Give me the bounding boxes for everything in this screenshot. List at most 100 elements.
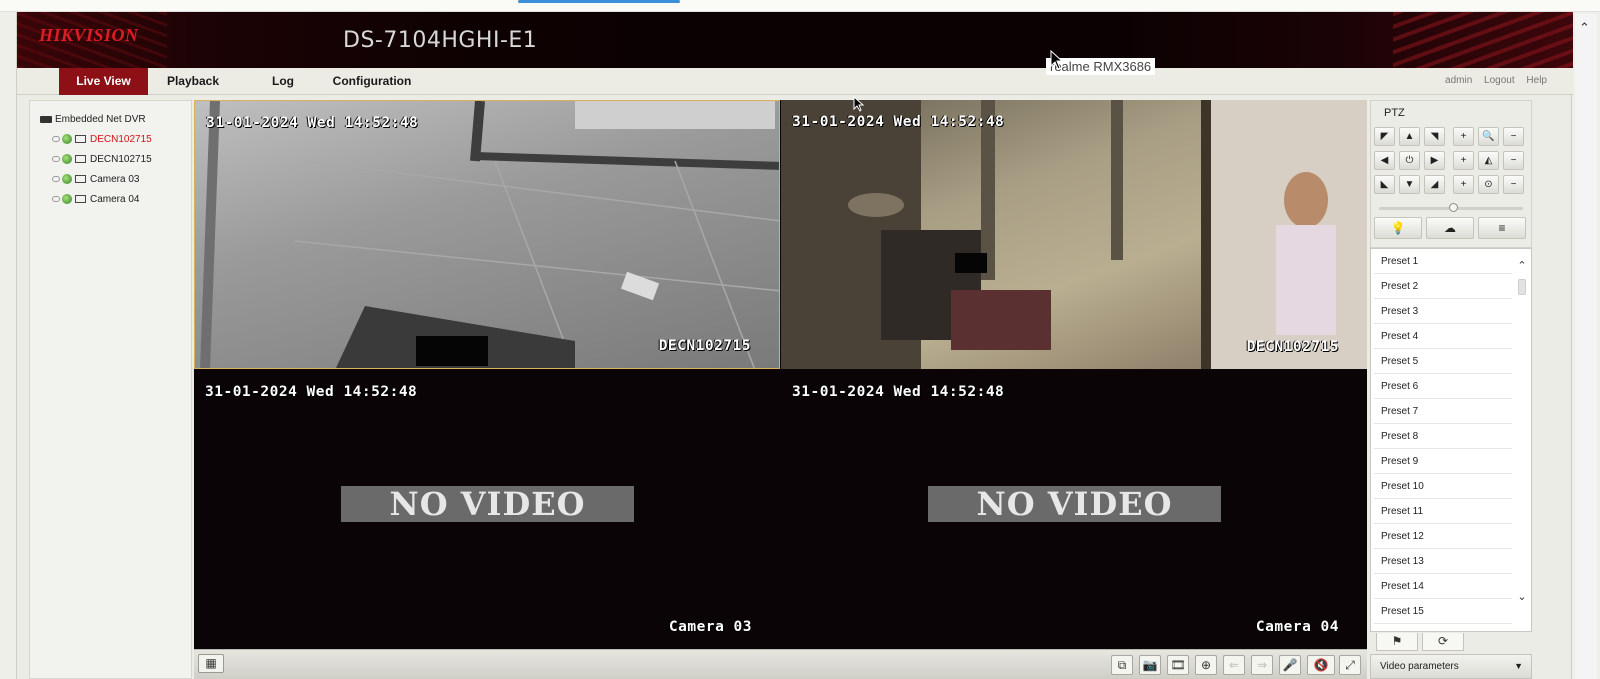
preset-item[interactable]: Preset 9 [1374,449,1512,474]
ptz-down-button[interactable]: ▼ [1399,175,1420,194]
ptz-up-button[interactable]: ▲ [1399,127,1420,146]
tree-root-dvr[interactable]: Embedded Net DVR [40,113,146,127]
browser-active-tab-indicator[interactable] [518,0,680,3]
logout-link[interactable]: Logout [1484,75,1515,86]
ptz-menu-button[interactable]: ≡ [1478,217,1526,239]
preset-item[interactable]: Preset 14 [1374,574,1512,599]
next-page-button[interactable]: ⇒ [1251,655,1273,675]
iris-close-button[interactable]: − [1503,175,1524,194]
wiper-button[interactable]: ☁ [1426,217,1474,239]
video-tile-3[interactable]: 31-01-2024 Wed 14:52:48 NO VIDEO Camera … [194,370,780,649]
osd-timestamp: 31-01-2024 Wed 14:52:48 [206,115,419,131]
zoom-in-button[interactable]: + [1453,127,1474,146]
window-layout-button[interactable]: ▦ [198,654,224,673]
header-decoration-right [1393,12,1573,68]
chevron-down-icon[interactable]: ⌄ [1516,591,1528,603]
iris-open-button[interactable]: + [1453,175,1474,194]
ptz-control-panel: PTZ ◤ ▲ ◥ + 🔍 − ◀ ⏻ ▶ + ◭ − ◣ ▼ ◢ + ⊙ − … [1370,100,1532,248]
tree-camera-1[interactable]: DECN102715 [52,133,152,147]
menu-configuration[interactable]: Configuration [327,68,417,95]
preset-item[interactable]: Preset 2 [1374,274,1512,299]
digital-zoom-button[interactable]: ⊕ [1195,655,1217,675]
fullscreen-button[interactable]: ⤢ [1339,655,1361,675]
admin-user-link[interactable]: admin [1445,75,1472,86]
previous-page-button[interactable]: ⇐ [1223,655,1245,675]
online-status-icon [62,174,72,185]
app-window: HIKVISION DS-7104HGHI-E1 Live View Playb… [0,0,1600,679]
preset-item[interactable]: Preset 4 [1374,324,1512,349]
menu-playback[interactable]: Playback [155,68,231,95]
audio-mute-button[interactable]: 🔇 [1307,655,1335,675]
ptz-auto-scan-button[interactable]: ⏻ [1399,151,1420,170]
tree-camera-label: Camera 04 [90,194,140,205]
stop-all-preview-button[interactable]: ⧉ [1111,655,1133,675]
video-tile-4[interactable]: 31-01-2024 Wed 14:52:48 NO VIDEO Camera … [781,370,1367,649]
iris-icon: ⊙ [1478,175,1499,194]
osd-camera-name: Camera 03 [668,619,752,635]
ptz-down-right-button[interactable]: ◢ [1424,175,1445,194]
scene-lobby [781,100,1367,369]
preset-item[interactable]: Preset 3 [1374,299,1512,324]
preset-item[interactable]: Preset 7 [1374,399,1512,424]
tree-camera-label: DECN102715 [90,154,152,165]
menu-live-view[interactable]: Live View [59,68,148,95]
ptz-down-left-button[interactable]: ◣ [1374,175,1395,194]
focus-far-button[interactable]: − [1503,151,1524,170]
record-icon [52,196,60,203]
preset-item[interactable]: Preset 5 [1374,349,1512,374]
mouse-cursor-icon [853,96,865,112]
online-status-icon [62,154,72,165]
tree-camera-3[interactable]: Camera 03 [52,173,139,187]
tab-patrol[interactable]: ⟳ [1422,633,1464,651]
record-button[interactable]: 🎞 [1167,655,1189,675]
osd-timestamp: 31-01-2024 Wed 14:52:48 [205,384,418,400]
ptz-left-button[interactable]: ◀ [1374,151,1395,170]
focus-near-button[interactable]: + [1453,151,1474,170]
camera-icon [75,155,86,164]
redaction-block [955,253,987,273]
slider-knob[interactable] [1449,203,1458,212]
preset-item[interactable]: Preset 11 [1374,499,1512,524]
two-way-audio-button[interactable]: 🎤 [1279,655,1301,675]
tab-preset[interactable]: ⚑ [1376,633,1418,651]
preset-scroll-thumb[interactable] [1518,279,1526,295]
no-video-banner: NO VIDEO [341,486,634,522]
chevron-down-icon: ▼ [1514,661,1523,671]
tree-camera-4[interactable]: Camera 04 [52,193,139,207]
preset-item[interactable]: Preset 8 [1374,424,1512,449]
osd-camera-name: Camera 04 [1255,619,1339,635]
light-button[interactable]: 💡 [1374,217,1422,239]
camera-icon [75,135,86,144]
ptz-title: PTZ [1384,107,1405,119]
video-tile-1[interactable]: 31-01-2024 Wed 14:52:48 DECN102715 [194,100,780,369]
hikvision-logo: HIKVISION [39,25,139,45]
zoom-out-button[interactable]: − [1503,127,1524,146]
focus-icon: ◭ [1478,151,1499,170]
ptz-up-right-button[interactable]: ◥ [1424,127,1445,146]
record-icon [52,156,60,163]
osd-camera-name: DECN102715 [658,338,751,354]
tree-camera-2[interactable]: DECN102715 [52,153,152,167]
menu-log[interactable]: Log [257,68,309,95]
preset-item[interactable]: Preset 1 [1374,249,1512,274]
ptz-up-left-button[interactable]: ◤ [1374,127,1395,146]
help-link[interactable]: Help [1526,75,1547,86]
preset-item[interactable]: Preset 12 [1374,524,1512,549]
page-scrollbar[interactable]: ⌃ [1575,14,1597,679]
preset-item[interactable]: Preset 6 [1374,374,1512,399]
ptz-speed-slider[interactable] [1379,203,1523,212]
video-parameters-label: Video parameters [1380,661,1459,672]
preset-item[interactable]: Preset 15 [1374,599,1512,624]
record-icon [52,176,60,183]
preset-item[interactable]: Preset 10 [1374,474,1512,499]
chevron-up-icon[interactable]: ⌃ [1516,260,1528,272]
video-parameters-header[interactable]: Video parameters ▼ [1370,654,1532,679]
preset-tabs: ⚑ ⟳ [1370,631,1532,652]
ptz-right-button[interactable]: ▶ [1424,151,1445,170]
preset-item[interactable]: Preset 13 [1374,549,1512,574]
chevron-up-icon[interactable]: ⌃ [1579,20,1590,36]
tree-camera-label: DECN102715 [90,134,152,145]
video-tile-2[interactable]: 31-01-2024 Wed 14:52:48 DECN102715 [781,100,1367,369]
nvr-web-frame: HIKVISION DS-7104HGHI-E1 Live View Playb… [16,12,1573,679]
capture-button[interactable]: 📷 [1139,655,1161,675]
